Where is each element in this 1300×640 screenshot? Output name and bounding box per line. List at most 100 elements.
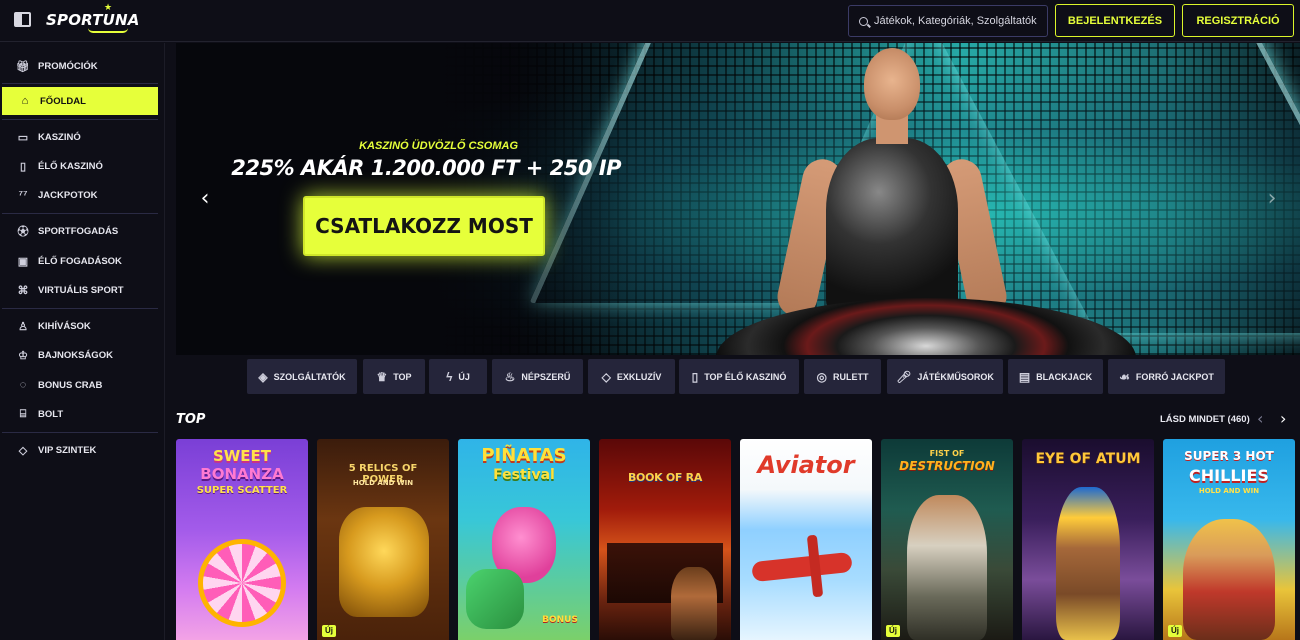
- tab-popular[interactable]: ♨ NÉPSZERŰ: [492, 359, 583, 394]
- tab-roulette[interactable]: ◎ RULETT: [804, 359, 881, 394]
- pinata-donkey-image: [466, 569, 524, 629]
- game-title: DESTRUCTION: [899, 459, 995, 473]
- number-seven-icon: ⁷⁷: [18, 189, 28, 201]
- home-icon: ⌂: [21, 95, 29, 107]
- sidebar-item-label: BOLT: [38, 408, 64, 420]
- game-title: Aviator: [757, 451, 855, 479]
- game-title: SUPER 3 HOT: [1184, 449, 1274, 463]
- sidebar-divider: [2, 119, 158, 120]
- chevron-left-icon[interactable]: ‹: [194, 183, 216, 213]
- tab-label: TOP: [393, 371, 412, 382]
- game-subtitle: HOLD AND WIN: [1198, 487, 1260, 495]
- game-card-super-3-hot-chillies[interactable]: SUPER 3 HOT CHILLIES HOLD AND WIN Új: [1163, 439, 1295, 640]
- claw-icon: ◌: [19, 379, 27, 391]
- register-button[interactable]: REGISZTRÁCIÓ: [1182, 4, 1294, 37]
- sidebar-item-bonus-crab[interactable]: ◌ BONUS CRAB: [2, 371, 158, 399]
- phone-card-icon: ▯: [19, 160, 27, 173]
- sidebar-item-jackpots[interactable]: ⁷⁷ JACKPOTOK: [2, 181, 158, 209]
- sidebar-item-label: JACKPOTOK: [38, 189, 98, 201]
- tab-label: JÁTÉKMŰSOROK: [917, 371, 994, 382]
- join-now-button[interactable]: CSATLAKOZZ MOST: [303, 196, 545, 256]
- tab-providers[interactable]: ◈ SZOLGÁLTATÓK: [247, 359, 357, 394]
- tab-label: BLACKJACK: [1036, 371, 1093, 382]
- game-title: BONANZA: [200, 465, 284, 483]
- see-all-link[interactable]: LÁSD MINDET (460): [1160, 414, 1250, 425]
- gamepad-icon: ⌘: [17, 284, 29, 297]
- search-input[interactable]: [874, 15, 1044, 27]
- hero-kicker: KASZINÓ ÜDVÖZLŐ CSOMAG: [359, 140, 518, 152]
- logo[interactable]: SPORTUNA ★: [46, 3, 140, 33]
- sidebar-item-home[interactable]: ⌂ FŐOLDAL: [2, 87, 158, 115]
- tab-label: NÉPSZERŰ: [521, 371, 571, 382]
- sidebar-item-casino[interactable]: ▭ KASZINÓ: [2, 123, 158, 151]
- gift-icon: 🎁︎: [16, 60, 30, 73]
- sidebar-item-label: VIP SZINTEK: [38, 444, 97, 456]
- sidebar-item-label: ÉLŐ FOGADÁSOK: [38, 255, 122, 267]
- sidebar-divider: [2, 432, 158, 433]
- tab-blackjack[interactable]: ▤ BLACKJACK: [1008, 359, 1103, 394]
- sidebar-item-label: SPORTFOGADÁS: [38, 225, 119, 237]
- game-card-book-of-ra[interactable]: BOOK OF RA: [599, 439, 731, 640]
- tab-label: RULETT: [832, 371, 869, 382]
- trophy-icon: ♔: [18, 349, 28, 362]
- tab-exclusive[interactable]: ◇ EXKLUZÍV: [588, 359, 675, 394]
- sidebar-item-live-casino[interactable]: ▯ ÉLŐ KASZINÓ: [2, 152, 158, 180]
- sidebar-item-live-betting[interactable]: ▣ ÉLŐ FOGADÁSOK: [2, 247, 158, 275]
- tab-label: FORRÓ JACKPOT: [1135, 371, 1214, 382]
- game-card-sweet-bonanza[interactable]: SWEET BONANZA SUPER SCATTER: [176, 439, 308, 640]
- sidebar-item-vip-levels[interactable]: ◇ VIP SZINTEK: [2, 436, 158, 464]
- sidebar-item-sports-betting[interactable]: ⚽︎ SPORTFOGADÁS: [2, 217, 158, 245]
- sidebar-item-tournaments[interactable]: ♔ BAJNOKSÁGOK: [2, 341, 158, 369]
- tab-top-live-casino[interactable]: ▯ TOP ÉLŐ KASZINÓ: [679, 359, 799, 394]
- game-card-eye-of-atum[interactable]: EYE OF ATUM: [1022, 439, 1154, 640]
- game-card-5-relics-of-power[interactable]: 5 RELICS OF POWER HOLD AND WIN Új: [317, 439, 449, 640]
- sidebar-item-label: BONUS CRAB: [38, 379, 103, 391]
- mariachi-image: [1183, 519, 1275, 640]
- chevron-right-icon[interactable]: ›: [1261, 183, 1283, 213]
- game-title: FIST OF: [929, 449, 965, 458]
- cards-icon: ▭: [17, 131, 29, 144]
- sidebar-toggle-icon[interactable]: [14, 12, 31, 27]
- new-badge: Új: [322, 625, 336, 637]
- sidebar-item-label: KIHÍVÁSOK: [38, 320, 91, 332]
- login-button[interactable]: BEJELENTKEZÉS: [1055, 4, 1175, 37]
- game-subtitle: BONUS: [542, 615, 578, 625]
- tab-hot-jackpot[interactable]: ☙ FORRÓ JACKPOT: [1108, 359, 1225, 394]
- game-title: Festival: [493, 467, 555, 483]
- sidebar-divider: [2, 308, 158, 309]
- game-card-pinatas-festival[interactable]: PIÑATAS Festival BONUS: [458, 439, 590, 640]
- app-root: SPORTUNA ★ BEJELENTKEZÉS REGISZTRÁCIÓ 🎁︎…: [0, 0, 1300, 640]
- sidebar-item-challenges[interactable]: ♙ KIHÍVÁSOK: [2, 312, 158, 340]
- sidebar-item-promotions[interactable]: 🎁︎ PROMÓCIÓK: [2, 52, 158, 80]
- tab-game-shows[interactable]: 🎤︎ JÁTÉKMŰSOROK: [887, 359, 1003, 394]
- shopping-bag-icon: ⌸: [19, 407, 27, 420]
- tab-label: ÚJ: [458, 371, 470, 382]
- tab-label: TOP ÉLŐ KASZINÓ: [704, 371, 787, 382]
- hero-banner[interactable]: KASZINÓ ÜDVÖZLŐ CSOMAG 225% AKÁR 1.200.0…: [176, 43, 1300, 355]
- tab-top[interactable]: ♛ TOP: [363, 359, 425, 394]
- game-card-aviator[interactable]: Aviator: [740, 439, 872, 640]
- tab-label: SZOLGÁLTATÓK: [273, 371, 346, 382]
- tab-new[interactable]: ϟ ÚJ: [429, 359, 487, 394]
- sidebar-item-label: PROMÓCIÓK: [38, 60, 98, 72]
- sidebar-item-virtual-sport[interactable]: ⌘ VIRTUÁLIS SPORT: [2, 276, 158, 304]
- hot-pepper-icon: ☙: [1119, 369, 1130, 384]
- hero-model-image: [773, 43, 1011, 321]
- search-box[interactable]: [848, 5, 1048, 37]
- medal-icon: ♙: [18, 320, 28, 333]
- game-card-fist-of-destruction[interactable]: FIST OF DESTRUCTION Új: [881, 439, 1013, 640]
- lightning-icon: ϟ: [446, 369, 453, 384]
- chevron-right-icon[interactable]: ›: [1280, 409, 1286, 428]
- roulette-icon: ◎: [816, 369, 827, 384]
- sidebar-item-shop[interactable]: ⌸ BOLT: [2, 400, 158, 428]
- flame-icon: ♨: [504, 369, 516, 384]
- layers-icon: ◈: [258, 369, 268, 384]
- sidebar: 🎁︎ PROMÓCIÓK ⌂ FŐOLDAL ▭ KASZINÓ ▯ ÉLŐ KASZI…: [0, 43, 165, 640]
- sidebar-item-label: ÉLŐ KASZINÓ: [38, 160, 103, 172]
- chevron-left-icon[interactable]: ‹: [1257, 409, 1263, 428]
- crown-icon: ♛: [376, 369, 388, 384]
- logo-swoosh: [88, 28, 128, 33]
- logo-text: SPORTUNA: [46, 11, 140, 29]
- game-title: BOOK OF RA: [627, 471, 703, 484]
- blackjack-icon: ▤: [1018, 369, 1031, 384]
